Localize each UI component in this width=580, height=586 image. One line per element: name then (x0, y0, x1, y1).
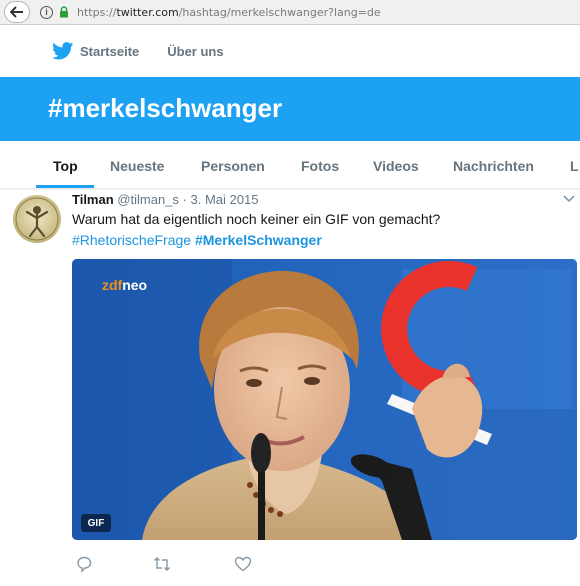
media-illustration (72, 259, 577, 540)
reply-icon[interactable] (74, 554, 94, 574)
tab-people[interactable]: Personen (201, 158, 265, 174)
avatar[interactable] (13, 195, 61, 243)
tweet-fullname[interactable]: Tilman (72, 192, 114, 207)
tweet-separator: · (182, 192, 187, 207)
url-path: /hashtag/merkelschwanger?lang=de (178, 5, 381, 19)
tweet-header: Tilman @tilman_s · 3. Mai 2015 (72, 192, 258, 207)
twitter-bird-icon[interactable] (52, 42, 74, 60)
browser-url-bar: i https://twitter.com/hashtag/merkelschw… (0, 0, 580, 25)
tab-latest[interactable]: Neueste (110, 158, 164, 174)
url-prefix: https:// (77, 5, 117, 19)
nav-about-link[interactable]: Über uns (167, 44, 223, 59)
zdf-logo-text: zdf (102, 277, 123, 293)
tab-news[interactable]: Nachrichten (453, 158, 534, 174)
hashtag-link-1[interactable]: #RhetorischeFrage (72, 232, 191, 248)
tab-videos[interactable]: Videos (373, 158, 419, 174)
tweet-hashtags: #RhetorischeFrage #MerkelSchwanger (72, 232, 322, 248)
search-tabs: Top Neueste Personen Fotos Videos Nachri… (0, 141, 580, 189)
tab-live[interactable]: L (570, 158, 579, 174)
back-button[interactable] (4, 1, 30, 23)
neo-logo-text: neo (122, 277, 148, 293)
active-tab-indicator (36, 185, 94, 188)
hashtag-banner: #merkelschwanger (0, 77, 580, 141)
retweet-icon[interactable] (152, 554, 172, 574)
hashtag-title: #merkelschwanger (48, 93, 283, 123)
info-icon[interactable]: i (40, 5, 53, 19)
tab-top[interactable]: Top (53, 158, 78, 174)
chevron-down-icon[interactable] (562, 194, 576, 204)
tweet-media-gif[interactable]: zdfneo GIF (72, 259, 577, 540)
url-host: twitter.com (116, 5, 179, 19)
hashtag-link-2[interactable]: #MerkelSchwanger (195, 232, 322, 248)
tweet-text: Warum hat da eigentlich noch keiner ein … (72, 211, 441, 227)
tweet-username[interactable]: @tilman_s (117, 192, 179, 207)
zdfneo-logo: zdfneo (102, 277, 147, 293)
back-icon (10, 6, 23, 18)
tweet[interactable]: Tilman @tilman_s · 3. Mai 2015 Warum hat… (0, 190, 580, 586)
tab-photos[interactable]: Fotos (301, 158, 339, 174)
url-field[interactable]: https://twitter.com/hashtag/merkelschwan… (77, 6, 381, 19)
nav-home-link[interactable]: Startseite (80, 44, 139, 59)
gif-badge: GIF (81, 514, 111, 532)
top-navigation: Startseite Über uns (0, 25, 580, 77)
lock-icon (59, 6, 69, 18)
tweet-date[interactable]: 3. Mai 2015 (191, 192, 259, 207)
like-icon[interactable] (233, 554, 253, 574)
